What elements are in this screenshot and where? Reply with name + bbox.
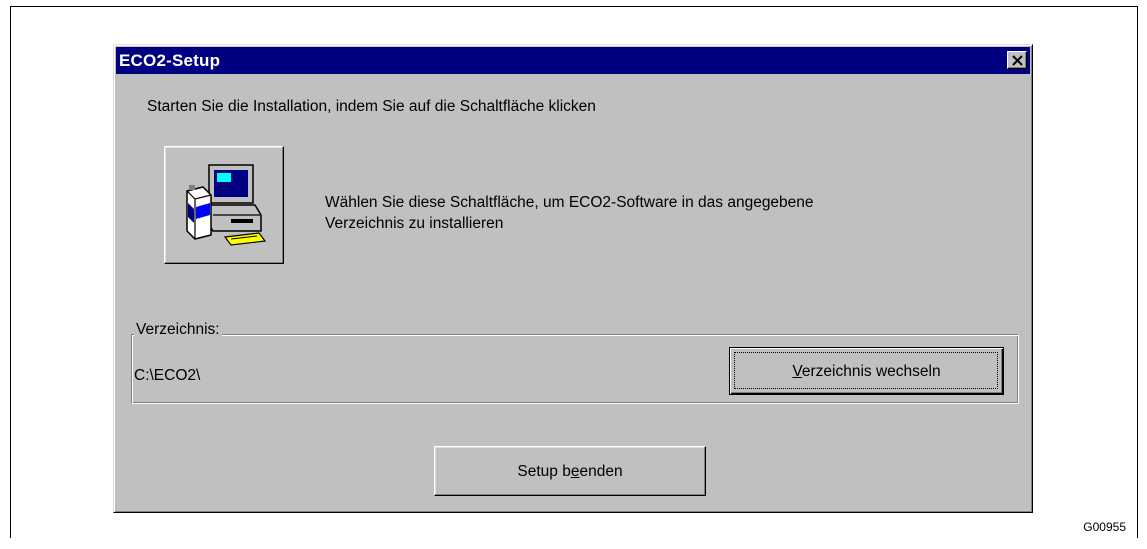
mnemonic-v: V	[792, 363, 802, 380]
directory-group-label: Verzeichnis:	[134, 321, 222, 339]
window-title: ECO2-Setup	[119, 51, 221, 70]
change-directory-label-rest: erzeichnis wechseln	[801, 363, 941, 380]
exit-label-after: enden	[579, 463, 623, 480]
close-icon	[1012, 55, 1023, 66]
setup-dialog: ECO2-Setup Starten Sie die Installation,…	[113, 44, 1033, 513]
exit-label-before: Setup b	[517, 463, 571, 480]
change-directory-button[interactable]: Verzeichnis wechseln	[729, 347, 1004, 395]
change-directory-label: Verzeichnis wechseln	[730, 363, 1003, 381]
install-button[interactable]	[164, 146, 284, 264]
exit-setup-button[interactable]: Setup beenden	[434, 446, 706, 496]
directory-path: C:\ECO2\	[134, 367, 201, 384]
figure-id: G00955	[1083, 520, 1126, 534]
computer-setup-icon	[186, 164, 267, 246]
exit-setup-label: Setup beenden	[435, 463, 705, 481]
close-button[interactable]	[1007, 51, 1027, 69]
title-bar[interactable]: ECO2-Setup	[116, 47, 1030, 74]
install-description: Wählen Sie diese Schaltfläche, um ECO2-S…	[325, 192, 814, 234]
install-description-line2: Verzeichnis zu installieren	[325, 215, 504, 232]
intro-text: Starten Sie die Installation, indem Sie …	[147, 98, 596, 115]
install-description-line1: Wählen Sie diese Schaltfläche, um ECO2-S…	[325, 194, 814, 211]
